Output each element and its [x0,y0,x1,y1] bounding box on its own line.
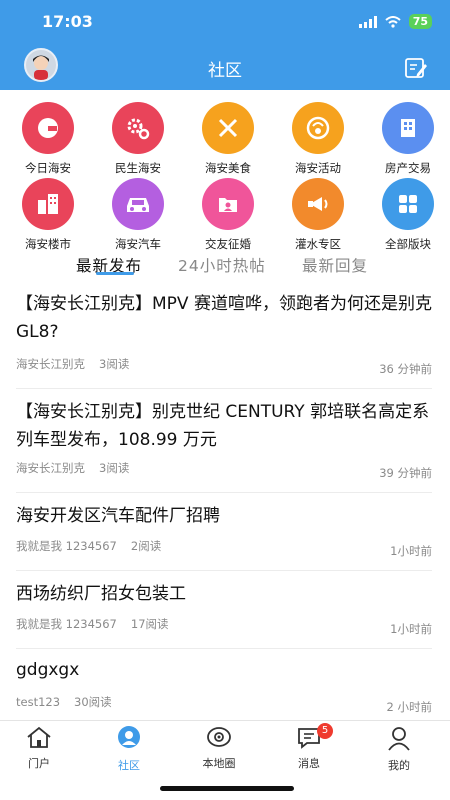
post-author[interactable]: 海安长江别克 [16,461,85,475]
post-title[interactable]: 西场纺织厂招女包装工 [16,580,436,608]
post-title[interactable]: 海安开发区汽车配件厂招聘 [16,502,436,530]
post-time: 1小时前 [390,622,432,636]
post-reads: 3阅读 [99,461,130,475]
battery-indicator: 75 [408,14,432,29]
status-icons: 75 [358,14,432,29]
tabbar-portal[interactable]: 门户 [4,725,74,771]
post-meta: 我就是我 1234567 17阅读 [16,616,169,632]
post-meta: 海安长江别克 3阅读 [16,460,129,476]
tabbar-messages[interactable]: 5 消息 [274,723,344,771]
chat-zone-icon [292,178,344,230]
housing-market-icon [22,178,74,230]
local-circle-icon [207,727,231,747]
wifi-icon [385,15,401,28]
divider [16,570,432,571]
post-author[interactable]: test123 [16,695,60,709]
tabbar-profile[interactable]: 我的 [364,725,434,773]
profile-icon [388,727,410,751]
category-dating[interactable]: 交友征婚 [183,178,273,252]
category-food[interactable]: 海安美食 [183,102,273,176]
category-all-boards[interactable]: 全部版块 [363,178,450,252]
category-activity[interactable]: 海安活动 [273,102,363,176]
post-reads: 17阅读 [130,617,169,631]
tabbar-local-circle[interactable]: 本地圈 [184,725,254,771]
dating-icon [202,178,254,230]
post-author[interactable]: 我就是我 1234567 [16,539,117,553]
category-real-estate[interactable]: 房产交易 [363,102,450,176]
post-meta: 海安长江别克 3阅读 [16,356,129,372]
real-estate-icon [382,102,434,154]
post-reads: 30阅读 [74,695,112,709]
car-icon [112,178,164,230]
post-author[interactable]: 海安长江别克 [16,357,85,371]
food-icon [202,102,254,154]
livelihood-icon [112,102,164,154]
all-boards-icon [382,178,434,230]
tab-latest-reply[interactable]: 最新回复 [302,254,368,276]
post-meta: test123 30阅读 [16,694,112,710]
active-tab-indicator [96,272,134,275]
edit-icon[interactable] [404,56,428,80]
community-icon [118,726,140,748]
post-author[interactable]: 我就是我 1234567 [16,617,117,631]
post-reads: 2阅读 [130,539,162,553]
category-housing-market[interactable]: 海安楼市 [3,178,93,252]
page-title: 社区 [208,61,242,81]
home-icon [27,726,51,748]
category-today-haian[interactable]: 今日海安 [3,102,93,176]
tabbar-community[interactable]: 社区 [94,725,164,773]
divider [16,388,432,389]
signal-icon [358,15,377,28]
tab-24h-hot[interactable]: 24小时热帖 [178,254,266,276]
post-title[interactable]: 【海安长江别克】MPV 赛道喧哗，领跑者为何还是别克 GL8? [16,290,436,346]
divider [16,648,432,649]
status-time: 17:03 [42,12,93,31]
category-chat-zone[interactable]: 灌水专区 [273,178,363,252]
post-title[interactable]: 【海安长江别克】别克世纪 CENTURY 郭培联名高定系列车型发布，108.99… [16,398,436,454]
divider [16,492,432,493]
home-indicator [160,786,294,791]
post-time: 36 分钟前 [379,362,432,376]
post-meta: 我就是我 1234567 2阅读 [16,538,161,554]
message-badge: 5 [317,723,333,739]
top-bar: 17:03 75 社区 [0,0,450,90]
activity-icon [292,102,344,154]
post-time: 39 分钟前 [379,466,432,480]
today-haian-icon [22,102,74,154]
post-title[interactable]: gdgxgx [16,656,436,684]
post-time: 1小时前 [390,544,432,558]
post-reads: 3阅读 [99,357,130,371]
category-car[interactable]: 海安汽车 [93,178,183,252]
feed-tabs: 最新发布 24小时热帖 最新回复 [0,254,450,282]
post-time: 2 小时前 [386,700,432,714]
category-livelihood[interactable]: 民生海安 [93,102,183,176]
